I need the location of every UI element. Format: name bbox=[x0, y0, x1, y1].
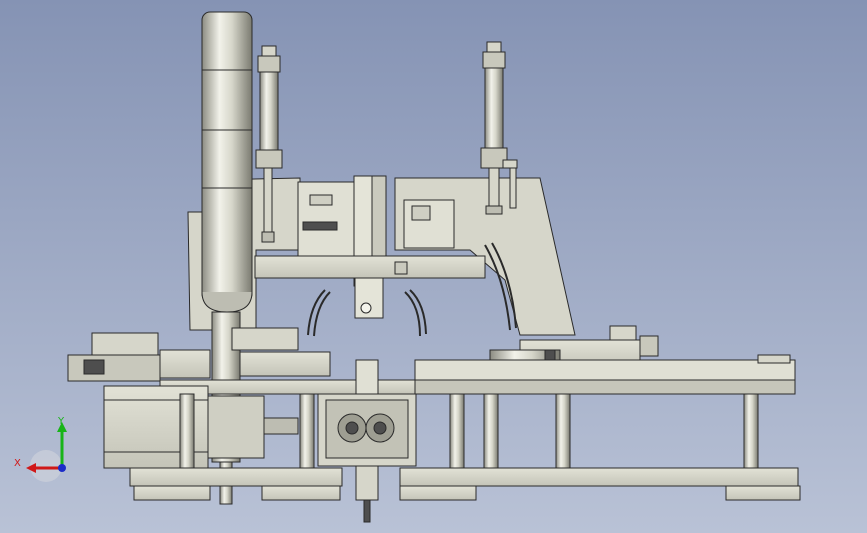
z-axis-dot bbox=[58, 464, 66, 472]
y-axis-label: Y bbox=[57, 416, 65, 427]
axis-triad: Y X bbox=[14, 416, 67, 482]
servo-motor[interactable] bbox=[103, 385, 299, 469]
x-axis-label: X bbox=[14, 458, 21, 469]
cad-viewport[interactable]: Y X bbox=[0, 0, 867, 533]
machine-assembly[interactable]: Y X bbox=[0, 0, 867, 533]
crossbeam[interactable] bbox=[254, 255, 486, 319]
